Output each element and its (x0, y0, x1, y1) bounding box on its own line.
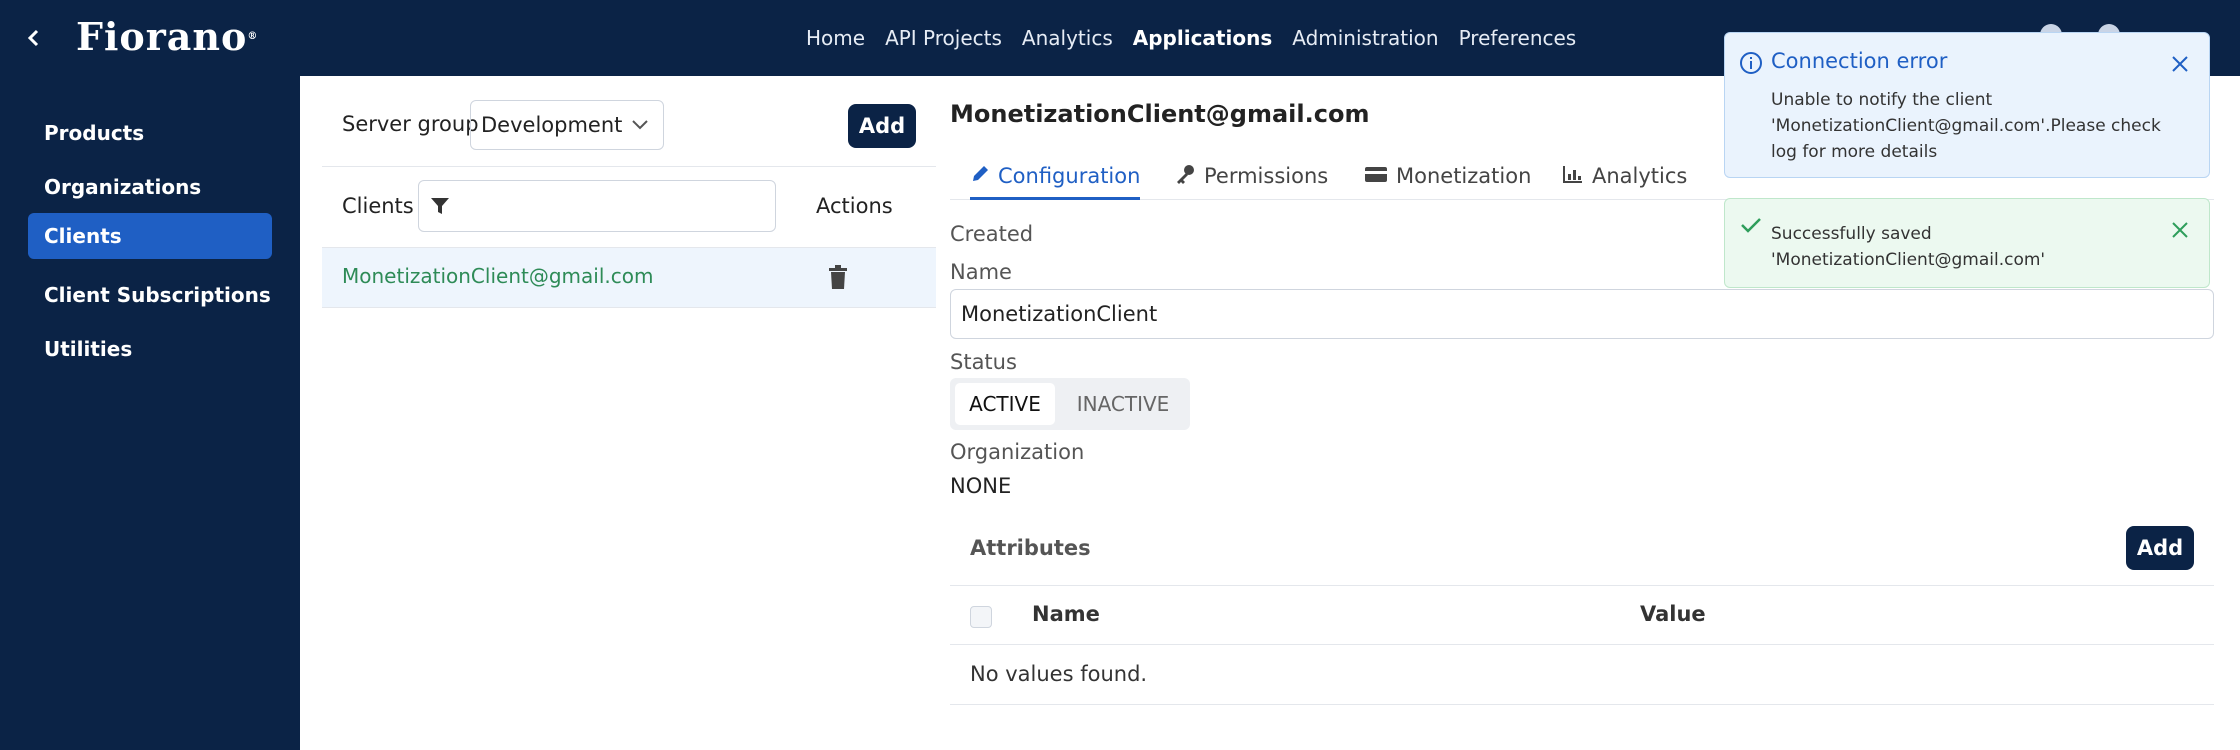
status-label: Status (950, 350, 1017, 374)
close-icon[interactable] (2169, 53, 2191, 75)
close-icon[interactable] (2169, 219, 2191, 241)
add-attribute-button[interactable]: Add (2126, 526, 2194, 570)
clients-column-header: Clients (342, 194, 414, 218)
sidebar-item-utilities[interactable]: Utilities (28, 326, 272, 372)
nav-api-projects[interactable]: API Projects (885, 26, 1002, 50)
tab-monetization[interactable]: Monetization (1364, 152, 1531, 200)
created-label: Created (950, 222, 1034, 246)
divider (950, 585, 2214, 586)
chevron-down-icon (631, 101, 649, 168)
pencil-icon (973, 166, 988, 181)
clients-panel: Server group Development Add Clients Act… (322, 76, 936, 750)
name-field[interactable]: MonetizationClient (950, 289, 2214, 339)
tab-label: Configuration (998, 164, 1141, 188)
sidebar-item-clients[interactable]: Clients (28, 213, 272, 259)
error-toast: Connection error Unable to notify the cl… (1724, 32, 2210, 178)
bar-chart-icon (1563, 166, 1582, 183)
status-active-option[interactable]: ACTIVE (955, 383, 1055, 425)
tab-analytics[interactable]: Analytics (1562, 152, 1687, 200)
checkmark-icon (1741, 218, 1761, 233)
client-filter-input[interactable] (418, 180, 776, 232)
tab-permissions[interactable]: Permissions (1174, 152, 1328, 200)
status-toggle: ACTIVE INACTIVE (950, 378, 1190, 430)
table-row[interactable]: MonetizationClient@gmail.com (322, 248, 936, 308)
server-group-select[interactable]: Development (470, 100, 664, 150)
server-group-label: Server group (342, 112, 479, 136)
filter-icon (431, 198, 449, 214)
sidebar: Products Organizations Clients Client Su… (0, 76, 300, 750)
info-icon (1740, 52, 1762, 74)
divider (950, 704, 2214, 705)
top-nav: Home API Projects Analytics Applications… (806, 0, 1576, 76)
nav-preferences[interactable]: Preferences (1459, 26, 1577, 50)
sidebar-item-organizations[interactable]: Organizations (28, 164, 272, 210)
toast-title: Connection error (1771, 49, 1948, 73)
key-icon (1177, 165, 1194, 184)
nav-administration[interactable]: Administration (1292, 26, 1438, 50)
credit-card-icon (1365, 167, 1387, 182)
tab-label: Monetization (1396, 164, 1532, 188)
divider (322, 166, 936, 167)
chevron-left-icon (27, 29, 39, 47)
toast-message: Successfully saved 'MonetizationClient@g… (1771, 224, 2046, 270)
actions-column-header: Actions (816, 194, 893, 218)
select-all-checkbox[interactable] (970, 606, 992, 628)
client-email-link[interactable]: MonetizationClient@gmail.com (342, 264, 653, 288)
trash-icon[interactable] (826, 264, 850, 290)
attribute-name-header: Name (1032, 602, 1100, 626)
nav-home[interactable]: Home (806, 26, 865, 50)
nav-applications[interactable]: Applications (1133, 26, 1272, 50)
toast-message: Unable to notify the client 'Monetizatio… (1771, 90, 2161, 162)
nav-analytics[interactable]: Analytics (1022, 26, 1113, 50)
divider (950, 644, 2214, 645)
back-button[interactable] (14, 18, 54, 58)
attribute-value-header: Value (1640, 602, 1706, 626)
client-title: MonetizationClient@gmail.com (950, 100, 1370, 128)
success-toast: Successfully saved 'MonetizationClient@g… (1724, 198, 2210, 288)
fiorano-logo: Fiorano® (76, 14, 259, 59)
organization-label: Organization (950, 440, 1085, 464)
attributes-title: Attributes (970, 536, 1091, 560)
tab-configuration[interactable]: Configuration (970, 152, 1141, 200)
organization-value: NONE (950, 474, 1012, 498)
sidebar-item-client-subscriptions[interactable]: Client Subscriptions (28, 272, 272, 318)
sidebar-item-products[interactable]: Products (28, 110, 272, 156)
name-label: Name (950, 260, 1012, 284)
tab-label: Permissions (1204, 164, 1329, 188)
status-inactive-option[interactable]: INACTIVE (1060, 383, 1186, 425)
empty-state-message: No values found. (970, 662, 1148, 686)
tab-label: Analytics (1592, 164, 1688, 188)
server-group-value: Development (481, 113, 623, 137)
add-client-button[interactable]: Add (848, 104, 916, 148)
